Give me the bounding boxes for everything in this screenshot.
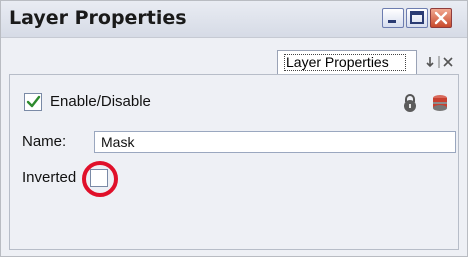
tab-label: Layer Properties: [286, 54, 389, 70]
tab-strip: Layer Properties: [1, 38, 467, 74]
properties-panel: Enable/Disable Name: Inverted: [9, 74, 459, 250]
name-input[interactable]: [94, 131, 456, 153]
close-button[interactable]: [430, 8, 452, 28]
name-label: Name:: [22, 133, 67, 150]
maximize-button[interactable]: [406, 8, 428, 28]
title-bar[interactable]: Layer Properties: [1, 1, 467, 38]
tab-layer-properties[interactable]: Layer Properties: [277, 50, 417, 74]
window-title: Layer Properties: [9, 7, 187, 29]
inverted-label: Inverted: [22, 169, 77, 186]
close-icon: [434, 11, 448, 25]
lock-icon[interactable]: [400, 93, 420, 117]
checkmark-icon: [26, 95, 41, 108]
highlight-circle: [82, 161, 118, 197]
tab-close-icon[interactable]: [443, 57, 453, 67]
database-icon[interactable]: [430, 93, 450, 117]
enable-label: Enable/Disable: [50, 93, 151, 110]
minimize-button[interactable]: [382, 8, 404, 28]
maximize-icon: [410, 11, 424, 24]
enable-checkbox[interactable]: [24, 93, 42, 111]
minimize-icon: [388, 20, 396, 23]
layer-properties-window: Layer Properties Layer Properties Enable…: [0, 0, 468, 257]
tab-menu-icon[interactable]: [426, 57, 434, 68]
tab-controls: [423, 52, 459, 72]
